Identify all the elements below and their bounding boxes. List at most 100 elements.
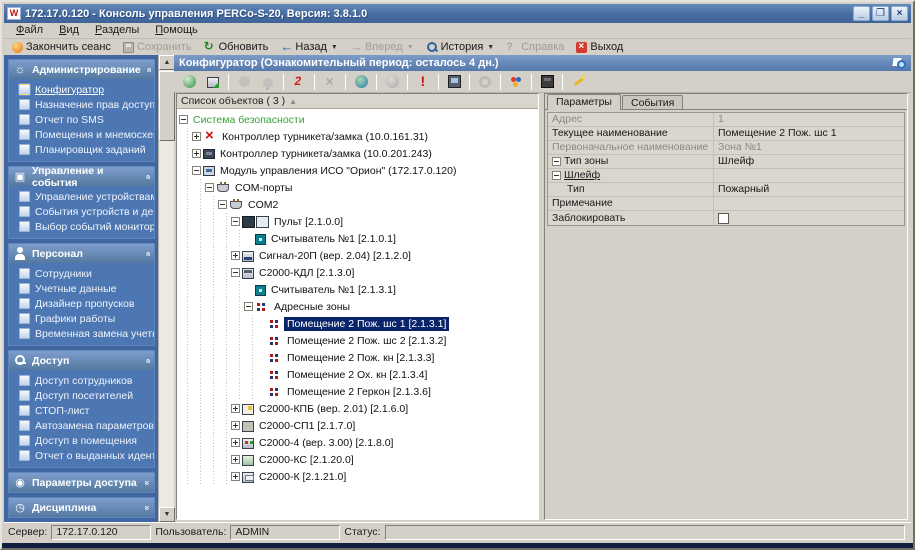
tree-node[interactable]: Адресные зоны <box>177 298 538 315</box>
alarm-reset-button[interactable] <box>411 72 435 91</box>
search-devices-button[interactable] <box>177 72 201 91</box>
sidebar-item-дизайнер-пропусков[interactable]: Дизайнер пропусков <box>15 296 154 311</box>
sidebar-group-header-управление-и-события[interactable]: Управление и события» <box>9 167 154 186</box>
tree-node[interactable]: С2000-4 (вер. 3.00) [2.1.8.0] <box>177 434 538 451</box>
sidebar-item-отчет-по-sms[interactable]: Отчет по SMS <box>15 112 154 127</box>
collapse-icon[interactable] <box>179 115 188 124</box>
tree-node[interactable]: COM-порты <box>177 179 538 196</box>
tree-node[interactable]: Помещение 2 Ох. кн [2.1.3.4] <box>177 366 538 383</box>
expand-icon[interactable] <box>192 132 201 141</box>
sidebar-item-помещения-и-мнемосхема[interactable]: Помещения и мнемосхема <box>15 127 154 142</box>
property-value[interactable]: 1 <box>714 113 904 126</box>
expand-icon[interactable] <box>231 404 240 413</box>
sidebar-group-header-дисциплина[interactable]: Дисциплина» <box>9 498 154 517</box>
sidebar-item-доступ-посетителей[interactable]: Доступ посетителей <box>15 388 154 403</box>
sidebar-item-графики-работы[interactable]: Графики работы <box>15 311 154 326</box>
minimize-button[interactable]: _ <box>853 6 870 21</box>
network-globe-button[interactable] <box>349 72 373 91</box>
tree-node[interactable]: Сигнал-20П (вер. 2.04) [2.1.2.0] <box>177 247 538 264</box>
wand-button[interactable] <box>566 72 590 91</box>
tree-node[interactable]: Пульт [2.1.0.0] <box>177 213 538 230</box>
collapse-chevron-icon[interactable]: » <box>143 67 153 72</box>
menu-файл[interactable]: Файл <box>8 23 51 38</box>
expand-icon[interactable] <box>192 149 201 158</box>
sidebar-group-header-администрирование[interactable]: Администрирование» <box>9 60 154 79</box>
tab-события[interactable]: События <box>622 95 683 109</box>
tree-node[interactable]: Считыватель №1 [2.1.0.1] <box>177 230 538 247</box>
add-device-button[interactable] <box>201 72 225 91</box>
property-value[interactable] <box>714 197 904 210</box>
expand-icon[interactable] <box>231 421 240 430</box>
collapse-chevron-icon[interactable]: » <box>142 251 152 256</box>
tab-параметры[interactable]: Параметры <box>547 94 621 110</box>
menu-вид[interactable]: Вид <box>51 23 87 38</box>
collapse-icon[interactable] <box>552 157 561 166</box>
property-value[interactable] <box>714 169 904 182</box>
tree-node[interactable]: Помещение 2 Пож. шс 1 [2.1.3.1] <box>177 315 538 332</box>
expand-chevron-icon[interactable]: » <box>142 505 152 510</box>
title-bar[interactable]: 172.17.0.120 - Консоль управления PERCo-… <box>4 4 911 23</box>
tree-node[interactable]: С2000-К [2.1.21.0] <box>177 468 538 485</box>
tree-node[interactable]: С2000-КС [2.1.20.0] <box>177 451 538 468</box>
property-value[interactable] <box>714 211 904 225</box>
tree-node[interactable]: Контроллер турникета/замка (10.0.201.243… <box>177 145 538 162</box>
view-report-icon[interactable] <box>892 57 906 69</box>
property-value[interactable]: Пожарный <box>714 183 904 196</box>
sidebar-item-стоп-лист[interactable]: СТОП-лист <box>15 403 154 418</box>
history-button[interactable]: История▼ <box>420 39 501 55</box>
tree-header[interactable]: Список объектов ( 3 ) ▲ <box>177 94 538 109</box>
sidebar-item-отчет-о-выданных-идентиф[interactable]: Отчет о выданных идентиф... <box>15 448 154 463</box>
collapse-icon[interactable] <box>552 171 561 180</box>
maximize-button[interactable]: ❐ <box>872 6 889 21</box>
sidebar-item-назначение-прав-доступа-о[interactable]: Назначение прав доступа о... <box>15 97 154 112</box>
property-value[interactable]: Зона №1 <box>714 141 904 154</box>
logout-user-button[interactable]: Закончить сеанс <box>6 39 117 55</box>
expand-icon[interactable] <box>231 472 240 481</box>
property-value[interactable]: Помещение 2 Пож. шс 1 <box>714 127 904 140</box>
sidebar-item-доступ-в-помещения[interactable]: Доступ в помещения <box>15 433 154 448</box>
collapse-icon[interactable] <box>231 217 240 226</box>
menu-разделы[interactable]: Разделы <box>87 23 147 38</box>
tree-node[interactable]: Контроллер турникета/замка (10.0.161.31) <box>177 128 538 145</box>
sidebar-group-header-персонал[interactable]: Персонал» <box>9 244 154 263</box>
close-button[interactable]: × <box>891 6 908 21</box>
expand-chevron-icon[interactable]: » <box>142 480 152 485</box>
refresh-button[interactable]: Обновить <box>198 39 275 55</box>
tree-node[interactable]: Модуль управления ИСО "Орион" (172.17.0.… <box>177 162 538 179</box>
tree-node[interactable]: Помещение 2 Геркон [2.1.3.6] <box>177 383 538 400</box>
expand-icon[interactable] <box>231 251 240 260</box>
monitor-view-button[interactable] <box>442 72 466 91</box>
tree-node[interactable]: С2000-КПБ (вер. 2.01) [2.1.6.0] <box>177 400 538 417</box>
menu-помощь[interactable]: Помощь <box>147 23 206 38</box>
scroll-up-icon[interactable]: ▲ <box>159 55 175 70</box>
sidebar-item-конфигуратор[interactable]: Конфигуратор <box>15 82 154 97</box>
collapse-icon[interactable] <box>205 183 214 192</box>
collapse-icon[interactable] <box>218 200 227 209</box>
collapse-chevron-icon[interactable]: » <box>142 174 152 179</box>
tree-node[interactable]: Помещение 2 Пож. кн [2.1.3.3] <box>177 349 538 366</box>
checkbox[interactable] <box>718 213 729 224</box>
tree-node[interactable]: С2000-КДЛ [2.1.3.0] <box>177 264 538 281</box>
sidebar-item-сотрудники[interactable]: Сотрудники <box>15 266 154 281</box>
collapse-icon[interactable] <box>192 166 201 175</box>
collapse-icon[interactable] <box>231 268 240 277</box>
sidebar-item-планировщик-заданий[interactable]: Планировщик заданий <box>15 142 154 157</box>
collapse-icon[interactable] <box>244 302 253 311</box>
sidebar-item-автозамена-параметров-до[interactable]: Автозамена параметров до... <box>15 418 154 433</box>
scrollbar-thumb[interactable] <box>159 71 175 141</box>
sidebar-item-временная-замена-учетных[interactable]: Временная замена учетных ... <box>15 326 154 341</box>
event-colors-button[interactable] <box>504 72 528 91</box>
black-box-button[interactable] <box>535 72 559 91</box>
sidebar-item-учетные-данные[interactable]: Учетные данные <box>15 281 154 296</box>
tree-node[interactable]: Помещение 2 Пож. шс 2 [2.1.3.2] <box>177 332 538 349</box>
back-arrow-button[interactable]: Назад▼ <box>274 39 343 55</box>
expand-icon[interactable] <box>231 438 240 447</box>
exit-button[interactable]: Выход <box>570 39 629 55</box>
tree-node[interactable]: Система безопасности <box>177 111 538 128</box>
sidebar-item-управление-устройствами-и[interactable]: Управление устройствами и... <box>15 189 154 204</box>
sidebar-scrollbar[interactable]: ▲ ▼ <box>158 55 174 522</box>
tree-node[interactable]: COM2 <box>177 196 538 213</box>
edit-address-button[interactable] <box>287 72 311 91</box>
expand-icon[interactable] <box>231 455 240 464</box>
sidebar-item-доступ-сотрудников[interactable]: Доступ сотрудников <box>15 373 154 388</box>
